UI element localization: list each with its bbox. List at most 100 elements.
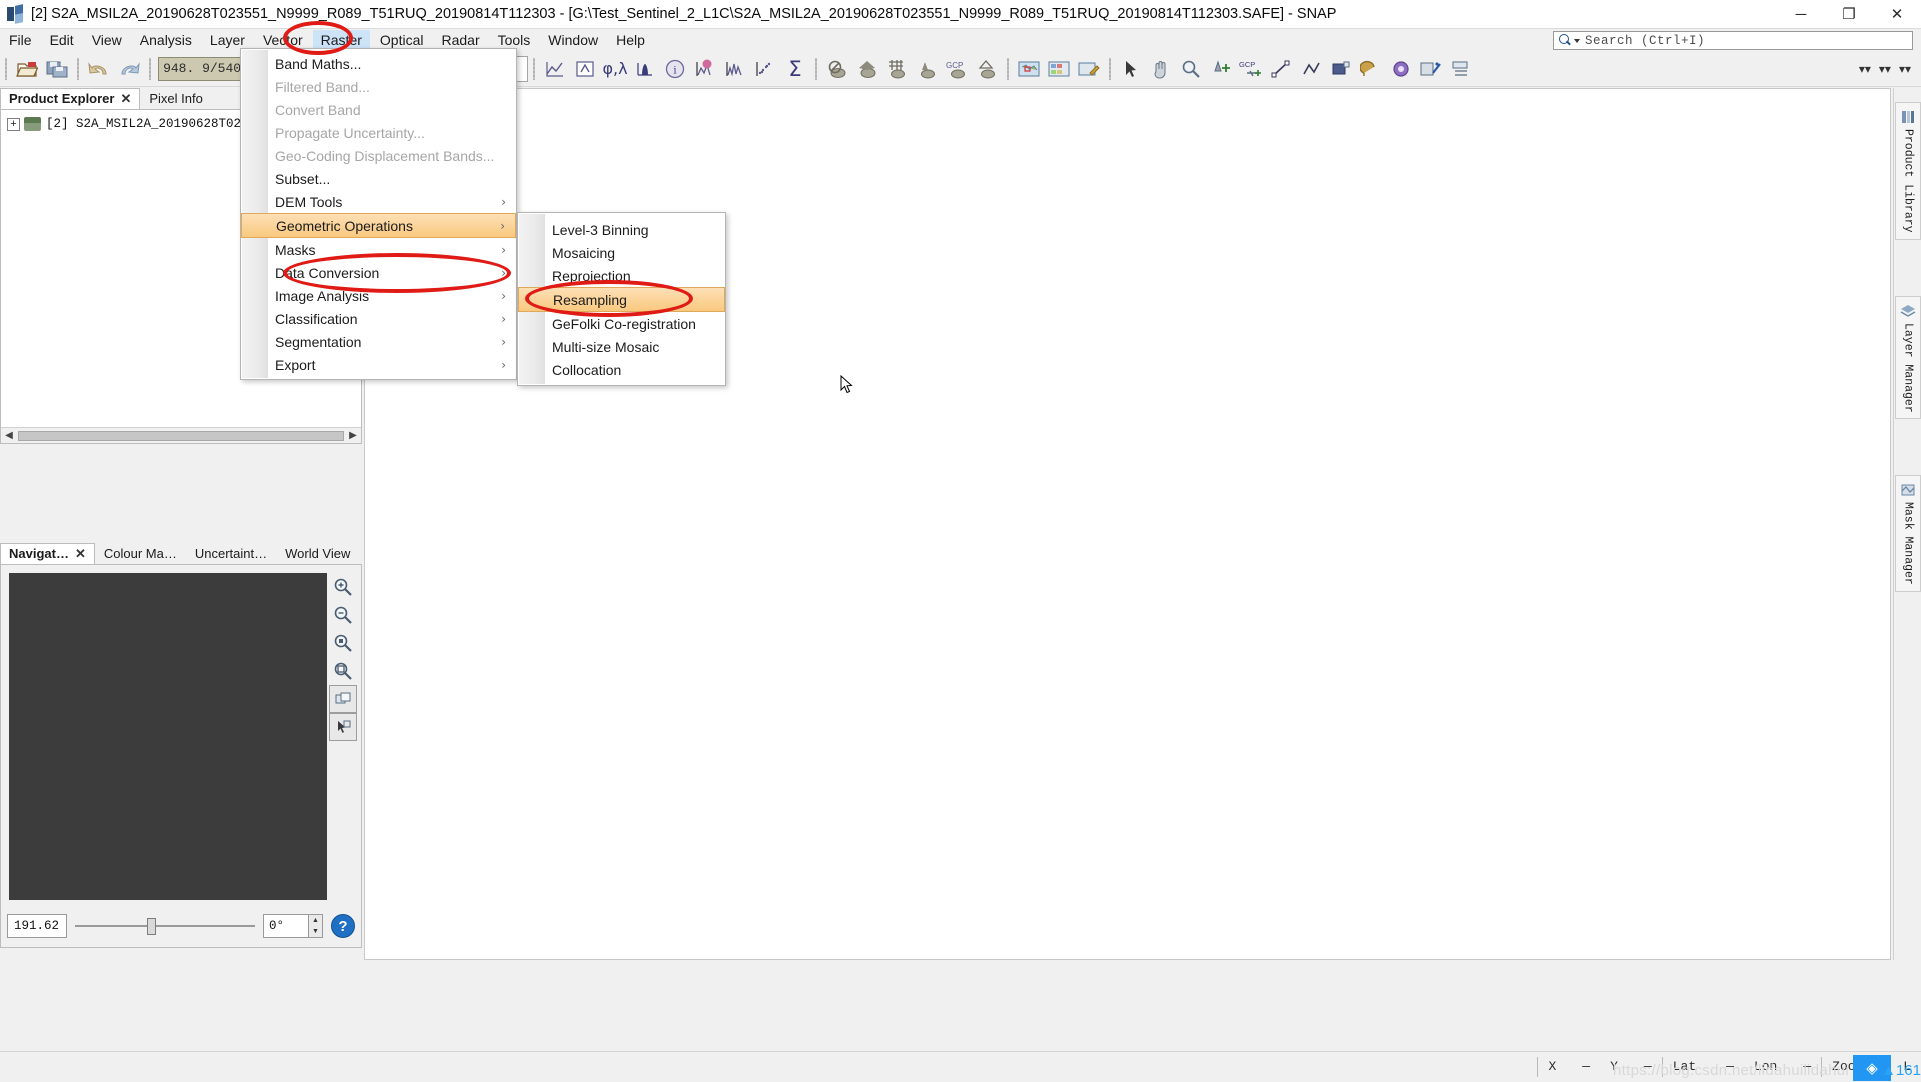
- pin-placing-icon[interactable]: [1206, 54, 1236, 84]
- sync-views-icon[interactable]: [329, 685, 357, 713]
- scroll-left-icon[interactable]: ◀: [1, 428, 17, 443]
- ellipse-drawing-icon[interactable]: [1356, 54, 1386, 84]
- menu-item-geometric-operations[interactable]: Geometric Operations ›: [241, 213, 516, 238]
- menu-file[interactable]: File: [1, 30, 40, 51]
- menu-item-band-maths[interactable]: Band Maths...: [241, 52, 516, 75]
- menu-item-segmentation[interactable]: Segmentation ›: [241, 330, 516, 353]
- colour-manipulation-icon[interactable]: [690, 54, 720, 84]
- product-explorer-hscrollbar[interactable]: ◀ ▶: [1, 427, 361, 443]
- undo-icon[interactable]: [84, 54, 114, 84]
- zoom-slider[interactable]: [75, 914, 255, 938]
- tab-product-explorer[interactable]: Product Explorer ✕: [0, 88, 140, 109]
- search-input[interactable]: Search (Ctrl+I): [1553, 31, 1913, 50]
- menu-window[interactable]: Window: [540, 30, 606, 51]
- submenu-item-level-3-binning[interactable]: Level-3 Binning: [518, 218, 725, 241]
- mask-overlay-icon[interactable]: [852, 54, 882, 84]
- redo-icon[interactable]: [114, 54, 144, 84]
- graticule-overlay-icon[interactable]: [882, 54, 912, 84]
- menu-item-subset-label: Subset...: [275, 171, 330, 187]
- chevron-double-down-icon[interactable]: ▾▾: [1855, 62, 1875, 76]
- raster-menu-popup[interactable]: Band Maths... Filtered Band... Convert B…: [240, 48, 517, 380]
- chevron-double-down-icon[interactable]: ▾▾: [1895, 62, 1915, 76]
- geo-coding-icon[interactable]: φ,λ: [600, 54, 630, 84]
- minimize-button[interactable]: ─: [1777, 0, 1825, 29]
- chevron-down-icon[interactable]: [1574, 39, 1580, 43]
- submenu-item-resampling[interactable]: Resampling: [518, 287, 725, 312]
- pin-manager-icon[interactable]: [570, 54, 600, 84]
- histogram-icon[interactable]: [720, 54, 750, 84]
- menu-item-subset[interactable]: Subset...: [241, 167, 516, 190]
- zoom-in-icon[interactable]: [329, 573, 357, 601]
- zoom-all-icon[interactable]: [329, 657, 357, 685]
- world-wind-icon[interactable]: [1044, 54, 1074, 84]
- menu-item-export[interactable]: Export ›: [241, 353, 516, 376]
- tab-uncertainty[interactable]: Uncertaint…: [186, 543, 276, 564]
- close-button[interactable]: ✕: [1873, 0, 1921, 29]
- geometric-operations-submenu[interactable]: Level-3 Binning Mosaicing Reprojection R…: [517, 212, 726, 386]
- range-finder-icon[interactable]: [1446, 54, 1476, 84]
- rectangle-drawing-icon[interactable]: [1326, 54, 1356, 84]
- menu-item-masks[interactable]: Masks ›: [241, 238, 516, 261]
- magic-wand-icon[interactable]: [1416, 54, 1446, 84]
- sidebar-item-product-library[interactable]: Product Library: [1895, 102, 1921, 240]
- menu-item-dem-tools[interactable]: DEM Tools ›: [241, 190, 516, 213]
- chevron-double-down-icon[interactable]: ▾▾: [1875, 62, 1895, 76]
- submenu-item-collocation[interactable]: Collocation: [518, 358, 725, 381]
- menu-item-data-conversion[interactable]: Data Conversion ›: [241, 261, 516, 284]
- no-data-overlay-icon[interactable]: [822, 54, 852, 84]
- gcp-overlay-icon[interactable]: GCP: [942, 54, 972, 84]
- open-product-icon[interactable]: [12, 54, 42, 84]
- zoom-factor-input[interactable]: 191.62: [7, 914, 67, 938]
- expand-icon[interactable]: +: [7, 118, 20, 131]
- selection-arrow-icon[interactable]: [1116, 54, 1146, 84]
- information-circle-icon[interactable]: i: [660, 54, 690, 84]
- zoom-out-icon[interactable]: [329, 601, 357, 629]
- sidebar-item-mask-manager[interactable]: Mask Manager: [1895, 475, 1921, 592]
- maximize-button[interactable]: ❐: [1825, 0, 1873, 29]
- menu-edit[interactable]: Edit: [42, 30, 82, 51]
- pin-overlay-icon[interactable]: [912, 54, 942, 84]
- pan-hand-icon[interactable]: [1146, 54, 1176, 84]
- submenu-item-mosaicing[interactable]: Mosaicing: [518, 241, 725, 264]
- geometry-overlay-icon[interactable]: [972, 54, 1002, 84]
- profile-plot-icon[interactable]: [540, 54, 570, 84]
- rotation-input[interactable]: 0°: [263, 914, 309, 938]
- zoom-icon[interactable]: [1176, 54, 1206, 84]
- mask-manager-icon: [1900, 482, 1916, 498]
- help-button[interactable]: ?: [331, 914, 355, 938]
- navigation-thumbnail-canvas[interactable]: [9, 573, 327, 900]
- close-icon[interactable]: ✕: [120, 91, 131, 107]
- layer-editor-icon[interactable]: [1074, 54, 1104, 84]
- information-icon[interactable]: [630, 54, 660, 84]
- submenu-item-reprojection[interactable]: Reprojection: [518, 264, 725, 287]
- tab-world-view[interactable]: World View: [276, 543, 359, 564]
- menu-help[interactable]: Help: [608, 30, 653, 51]
- tab-navigation[interactable]: Navigat… ✕: [0, 543, 95, 564]
- sync-cursor-icon[interactable]: [329, 713, 357, 741]
- tab-colour-manipulation[interactable]: Colour Ma…: [95, 543, 186, 564]
- submenu-item-gefolki-co-registration[interactable]: GeFolki Co-registration: [518, 312, 725, 335]
- stepper-down-icon[interactable]: ▼: [309, 926, 322, 937]
- menu-item-classification[interactable]: Classification ›: [241, 307, 516, 330]
- statistics-icon[interactable]: Σ: [780, 54, 810, 84]
- polyline-drawing-icon[interactable]: [1296, 54, 1326, 84]
- menu-item-image-analysis[interactable]: Image Analysis ›: [241, 284, 516, 307]
- slider-knob[interactable]: [147, 918, 156, 935]
- scrollbar-thumb[interactable]: [18, 431, 344, 441]
- scatter-plot-icon[interactable]: [750, 54, 780, 84]
- tab-pixel-info[interactable]: Pixel Info: [140, 88, 211, 109]
- gcp-placing-icon[interactable]: GCP: [1236, 54, 1266, 84]
- line-drawing-icon[interactable]: [1266, 54, 1296, 84]
- scroll-right-icon[interactable]: ▶: [345, 428, 361, 443]
- rotation-stepper[interactable]: ▲ ▼: [309, 914, 323, 938]
- menu-view[interactable]: View: [84, 30, 130, 51]
- zoom-to-pixel-icon[interactable]: [329, 629, 357, 657]
- close-icon[interactable]: ✕: [75, 546, 86, 562]
- stepper-up-icon[interactable]: ▲: [309, 915, 322, 926]
- sidebar-item-layer-manager[interactable]: Layer Manager: [1895, 296, 1921, 420]
- world-map-icon[interactable]: [1014, 54, 1044, 84]
- menu-analysis[interactable]: Analysis: [132, 30, 200, 51]
- save-product-icon[interactable]: [42, 54, 72, 84]
- submenu-item-multi-size-mosaic[interactable]: Multi-size Mosaic: [518, 335, 725, 358]
- polygon-drawing-icon[interactable]: [1386, 54, 1416, 84]
